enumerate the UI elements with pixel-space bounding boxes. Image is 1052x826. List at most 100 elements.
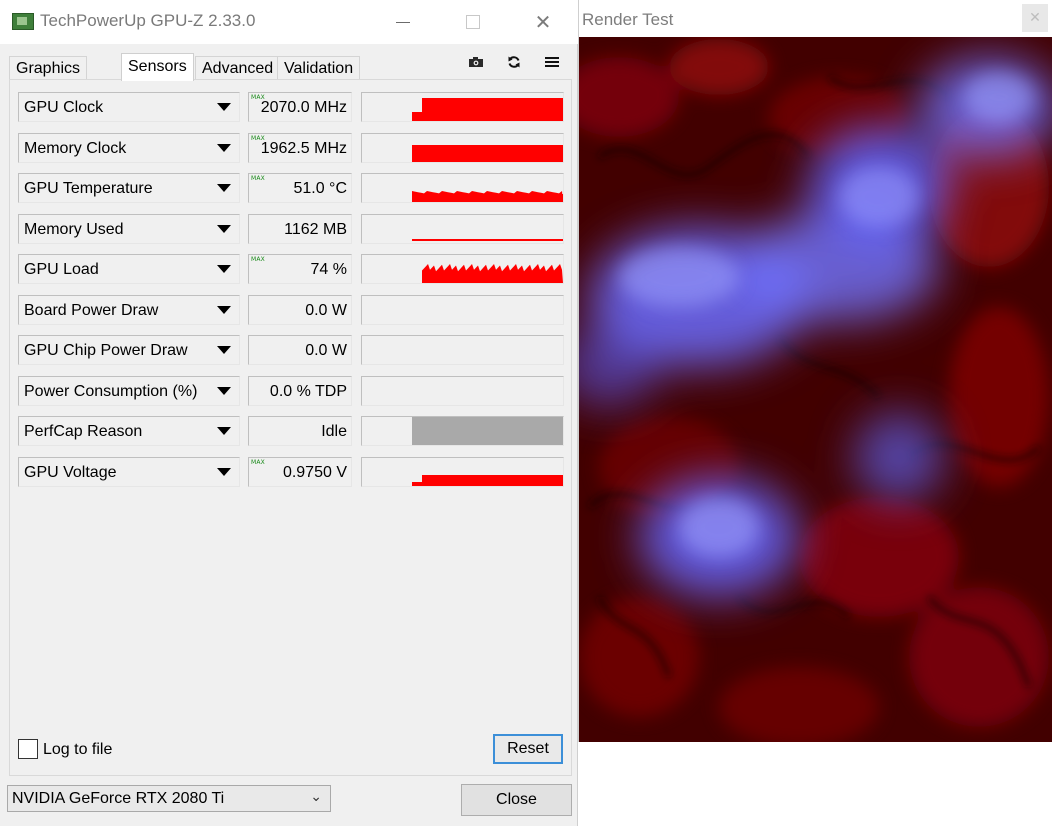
graph-area	[422, 264, 563, 283]
sensor-select[interactable]: PerfCap Reason	[18, 416, 240, 446]
maximize-button[interactable]	[450, 0, 496, 44]
graph-segment	[422, 475, 563, 486]
tab-advanced[interactable]: Advanced	[195, 56, 281, 80]
dropdown-arrow-icon	[217, 225, 231, 233]
sensor-value-box[interactable]: MAX 74 %	[248, 254, 352, 284]
sensor-graph-plot	[412, 239, 563, 241]
chevron-down-icon: ⌄	[310, 789, 322, 805]
sensor-row: Memory Used 1162 MB	[18, 214, 564, 244]
sensor-graph-plot	[412, 98, 563, 121]
sensor-value: 2070.0 MHz	[260, 99, 347, 116]
dropdown-arrow-icon	[217, 427, 231, 435]
graph-line	[412, 239, 563, 241]
close-icon: ✕	[1029, 10, 1041, 26]
sensor-select[interactable]: Memory Used	[18, 214, 240, 244]
sensor-select[interactable]: GPU Temperature	[18, 173, 240, 203]
sensor-select[interactable]: GPU Chip Power Draw	[18, 335, 240, 365]
sensor-graph-plot	[422, 264, 563, 283]
sensor-select[interactable]: GPU Voltage	[18, 457, 240, 487]
sensor-name: PerfCap Reason	[24, 423, 143, 440]
sensor-name: Memory Clock	[24, 140, 127, 157]
close-icon: ✕	[534, 10, 552, 34]
dropdown-arrow-icon	[217, 306, 231, 314]
dropdown-arrow-icon	[217, 387, 231, 395]
sensor-select[interactable]: Board Power Draw	[18, 295, 240, 325]
sensor-row: GPU Voltage MAX 0.9750 V	[18, 457, 564, 487]
sensor-row: GPU Temperature MAX 51.0 °C	[18, 173, 564, 203]
sensor-value-box[interactable]: 0.0 % TDP	[248, 376, 352, 406]
sensor-graph	[361, 133, 564, 163]
title-bar: TechPowerUp GPU-Z 2.33.0 ✕	[0, 0, 578, 44]
minimize-button[interactable]	[380, 0, 426, 44]
sensor-graph-plot	[412, 191, 563, 202]
dropdown-arrow-icon	[217, 265, 231, 273]
sensor-value-box[interactable]: Idle	[248, 416, 352, 446]
sensor-graph	[361, 173, 564, 203]
gpu-select-dropdown[interactable]: NVIDIA GeForce RTX 2080 Ti ⌄	[7, 785, 331, 812]
refresh-icon[interactable]	[503, 52, 525, 72]
sensor-name: GPU Temperature	[24, 180, 153, 197]
camera-icon[interactable]	[465, 52, 487, 72]
sensor-value-box[interactable]: 0.0 W	[248, 295, 352, 325]
dropdown-arrow-icon	[217, 144, 231, 152]
sensor-row: GPU Chip Power Draw 0.0 W	[18, 335, 564, 365]
render-canvas	[579, 37, 1052, 742]
sensor-value: Idle	[321, 423, 347, 440]
render-close-button[interactable]: ✕	[1022, 4, 1048, 32]
window-title: TechPowerUp GPU-Z 2.33.0	[40, 11, 256, 30]
sensor-value-box[interactable]: MAX 51.0 °C	[248, 173, 352, 203]
sensor-row: GPU Clock MAX 2070.0 MHz	[18, 92, 564, 122]
sensor-value-box[interactable]: 1162 MB	[248, 214, 352, 244]
graph-segment	[412, 145, 563, 162]
sensor-name: Power Consumption (%)	[24, 383, 198, 400]
sensor-name: Board Power Draw	[24, 302, 159, 319]
sensor-name: GPU Voltage	[24, 464, 117, 481]
sensor-select[interactable]: GPU Load	[18, 254, 240, 284]
graph-segment	[412, 482, 422, 486]
menu-icon[interactable]	[541, 52, 563, 72]
reset-button[interactable]: Reset	[493, 734, 563, 764]
sensor-value-box[interactable]: MAX 2070.0 MHz	[248, 92, 352, 122]
sensor-value: 51.0 °C	[293, 180, 347, 197]
max-indicator: MAX	[251, 175, 265, 182]
minimize-icon	[396, 21, 410, 23]
sensor-value-box[interactable]: MAX 1962.5 MHz	[248, 133, 352, 163]
render-fur-image	[579, 37, 1052, 742]
sensor-value: 1162 MB	[284, 221, 347, 238]
tab-validation[interactable]: Validation	[277, 56, 361, 80]
sensor-value-box[interactable]: 0.0 W	[248, 335, 352, 365]
sensor-graph	[361, 457, 564, 487]
sensor-name: GPU Load	[24, 261, 99, 278]
dropdown-arrow-icon	[217, 468, 231, 476]
dropdown-arrow-icon	[217, 103, 231, 111]
sensor-value: 0.0 W	[305, 302, 347, 319]
sensor-graph	[361, 214, 564, 244]
tab-graphics-card[interactable]: Graphics Card	[9, 56, 88, 100]
sensor-value: 0.0 % TDP	[269, 383, 347, 400]
sensor-select[interactable]: GPU Clock	[18, 92, 240, 122]
sensor-value-box[interactable]: MAX 0.9750 V	[248, 457, 352, 487]
close-window-button[interactable]: ✕	[520, 0, 566, 44]
sensor-select[interactable]: Memory Clock	[18, 133, 240, 163]
sensor-graph-plot	[412, 475, 563, 486]
gpu-card-icon	[12, 13, 34, 30]
max-indicator: MAX	[251, 459, 265, 466]
sensor-select[interactable]: Power Consumption (%)	[18, 376, 240, 406]
sensor-graph-plot	[412, 417, 563, 445]
sensor-row: PerfCap Reason Idle	[18, 416, 564, 446]
close-button[interactable]: Close	[461, 784, 572, 816]
sensor-value: 1962.5 MHz	[260, 140, 347, 157]
sensor-row: Board Power Draw 0.0 W	[18, 295, 564, 325]
sensor-graph	[361, 92, 564, 122]
sensor-value: 0.9750 V	[282, 464, 347, 481]
sensor-graph	[361, 376, 564, 406]
sensor-name: GPU Clock	[24, 99, 104, 116]
tab-sensors[interactable]: Sensors	[121, 53, 194, 81]
log-to-file-checkbox[interactable]	[18, 739, 38, 759]
sensor-name: GPU Chip Power Draw	[24, 342, 188, 359]
max-indicator: MAX	[251, 256, 265, 263]
graph-segment	[412, 417, 563, 445]
sensor-row: Power Consumption (%) 0.0 % TDP	[18, 376, 564, 406]
sensor-graph-plot	[412, 145, 563, 162]
gpu-select-value: NVIDIA GeForce RTX 2080 Ti	[12, 790, 225, 807]
